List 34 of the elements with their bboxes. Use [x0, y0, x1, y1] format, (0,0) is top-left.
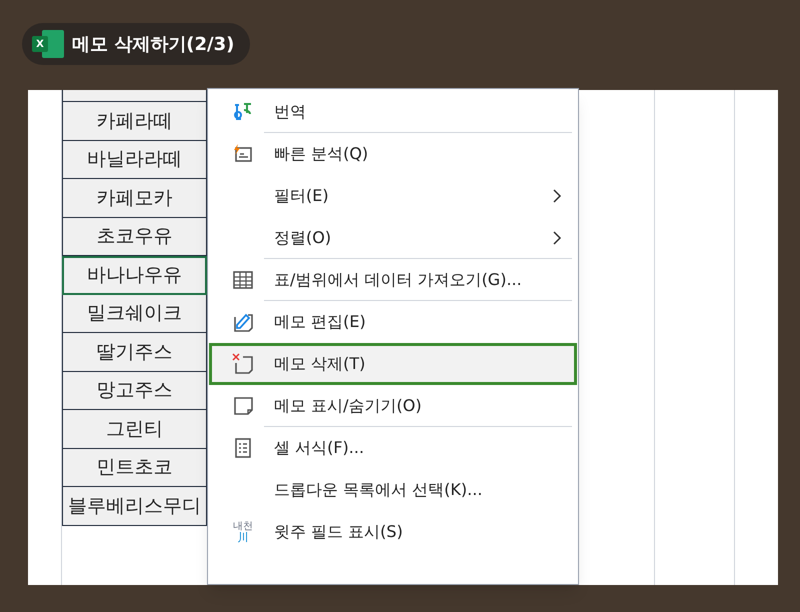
table-cell[interactable]: 바닐라라떼 — [62, 140, 207, 179]
menu-item[interactable]: 내천 川 윗주 필드 표시(S) — [209, 511, 577, 553]
menu-item[interactable]: 메모 편집(E) — [209, 301, 577, 343]
table-icon — [232, 269, 254, 291]
table-cell[interactable]: 블루베리스무디 — [62, 487, 207, 526]
chevron-right-icon — [552, 230, 562, 246]
menu-item[interactable]: 빠른 분석(Q) — [209, 133, 577, 175]
table-cell[interactable] — [62, 90, 207, 102]
table-cell[interactable]: 망고주스 — [62, 372, 207, 410]
table-cell[interactable]: 바나나우유 — [62, 256, 207, 294]
table-cell[interactable]: 카페모카 — [62, 179, 207, 218]
phonetic-icon: 내천 川 — [232, 522, 254, 542]
format-cells-icon — [232, 437, 254, 459]
table-cell[interactable]: 밀크쉐이크 — [62, 294, 207, 333]
menu-item[interactable]: 표/범위에서 데이터 가져오기(G)... — [209, 259, 577, 301]
table-cell[interactable]: 그린티 — [62, 410, 207, 448]
menu-item[interactable]: 메모 삭제(T) — [209, 343, 577, 385]
chevron-right-icon — [552, 188, 562, 204]
translate-icon — [232, 101, 254, 123]
table-cell[interactable]: 딸기주스 — [62, 333, 207, 372]
table-cell[interactable]: 카페라떼 — [62, 102, 207, 140]
title-text: 메모 삭제하기(2/3) — [72, 32, 234, 56]
menu-item[interactable]: 정렬(O) — [209, 217, 577, 259]
menu-item[interactable]: 필터(E) — [209, 175, 577, 217]
quick-analysis-icon — [232, 143, 254, 165]
menu-item[interactable]: 드롭다운 목록에서 선택(K)... — [209, 469, 577, 511]
note-edit-icon — [232, 311, 254, 333]
table-cell[interactable]: 초코우유 — [62, 218, 207, 256]
table-cell[interactable]: 민트초코 — [62, 448, 207, 487]
note-delete-icon — [232, 353, 254, 375]
note-icon — [232, 395, 254, 417]
menu-item[interactable]: 셀 서식(F)... — [209, 427, 577, 469]
menu-item[interactable]: 메모 표시/숨기기(O) — [209, 385, 577, 427]
menu-item[interactable]: 번역 — [209, 91, 577, 133]
